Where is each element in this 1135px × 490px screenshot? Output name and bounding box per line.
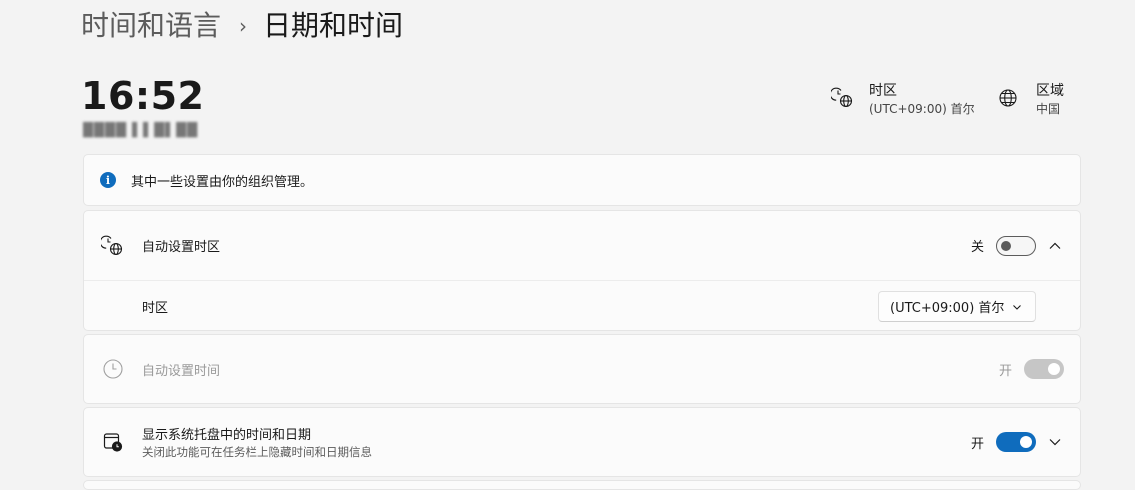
timezone-summary-value: (UTC+09:00) 首尔 bbox=[869, 102, 975, 116]
timezone-select-row: 时区 (UTC+09:00) 首尔 bbox=[84, 281, 1080, 331]
region-summary: 区域 中国 bbox=[998, 82, 1064, 118]
clock-globe-icon bbox=[101, 235, 123, 255]
region-summary-title: 区域 bbox=[1036, 83, 1064, 99]
current-time: 16:52 bbox=[81, 74, 205, 118]
auto-time-card: 自动设置时间 开 bbox=[83, 334, 1081, 404]
timezone-summary: 时区 (UTC+09:00) 首尔 bbox=[831, 82, 975, 118]
timezone-select-label: 时区 bbox=[142, 300, 169, 316]
banner-text: 其中一些设置由你的组织管理。 bbox=[131, 174, 314, 190]
auto-timezone-card: 自动设置时区 关 时区 (UTC+09:00) 首尔 bbox=[83, 210, 1081, 331]
current-date-obscured: ████ ▌▌█▌██ bbox=[83, 123, 199, 138]
clock-icon bbox=[103, 359, 123, 379]
auto-time-toggle bbox=[1024, 359, 1064, 379]
region-summary-value: 中国 bbox=[1036, 102, 1061, 116]
auto-time-toggle-group: 开 bbox=[999, 359, 1064, 379]
chevron-down-icon bbox=[1013, 304, 1021, 310]
timezone-summary-title: 时区 bbox=[869, 83, 897, 99]
show-tray-time-toggle-text: 开 bbox=[970, 436, 984, 452]
auto-timezone-toggle-group: 关 bbox=[970, 235, 1064, 256]
auto-time-row: 自动设置时间 开 bbox=[84, 335, 1080, 403]
breadcrumb-parent-link[interactable]: 时间和语言 bbox=[81, 6, 221, 46]
show-tray-time-row[interactable]: 显示系统托盘中的时间和日期 关闭此功能可在任务栏上隐藏时间和日期信息 开 bbox=[84, 408, 1080, 476]
chevron-up-icon[interactable] bbox=[1046, 237, 1064, 255]
auto-timezone-row[interactable]: 自动设置时区 关 bbox=[84, 211, 1080, 281]
calendar-clock-icon bbox=[103, 433, 123, 452]
auto-timezone-label: 自动设置时区 bbox=[142, 240, 221, 255]
auto-timezone-toggle-text: 关 bbox=[970, 240, 984, 255]
globe-icon bbox=[999, 89, 1017, 107]
auto-time-toggle-text: 开 bbox=[998, 363, 1012, 379]
timezone-dropdown[interactable]: (UTC+09:00) 首尔 bbox=[878, 290, 1036, 322]
breadcrumb: 时间和语言 › 日期和时间 bbox=[81, 6, 403, 46]
clock-globe-icon bbox=[831, 87, 853, 108]
show-tray-time-toggle-group: 开 bbox=[971, 432, 1064, 452]
auto-time-label: 自动设置时间 bbox=[142, 363, 221, 379]
show-tray-time-card: 显示系统托盘中的时间和日期 关闭此功能可在任务栏上隐藏时间和日期信息 开 bbox=[83, 407, 1081, 477]
show-tray-time-label: 显示系统托盘中的时间和日期 bbox=[142, 428, 312, 443]
breadcrumb-separator-icon: › bbox=[239, 14, 248, 38]
info-icon: i bbox=[100, 172, 116, 188]
timezone-dropdown-value: (UTC+09:00) 首尔 bbox=[890, 300, 1005, 316]
show-tray-time-toggle[interactable] bbox=[996, 432, 1036, 452]
chevron-down-icon[interactable] bbox=[1046, 433, 1064, 451]
page-title: 日期和时间 bbox=[263, 9, 404, 42]
managed-by-org-banner: i 其中一些设置由你的组织管理。 bbox=[83, 154, 1081, 206]
show-tray-time-description: 关闭此功能可在任务栏上隐藏时间和日期信息 bbox=[142, 445, 372, 459]
next-settings-card bbox=[83, 480, 1081, 490]
auto-timezone-toggle[interactable] bbox=[996, 235, 1036, 256]
show-tray-time-text: 显示系统托盘中的时间和日期 关闭此功能可在任务栏上隐藏时间和日期信息 bbox=[142, 424, 372, 460]
